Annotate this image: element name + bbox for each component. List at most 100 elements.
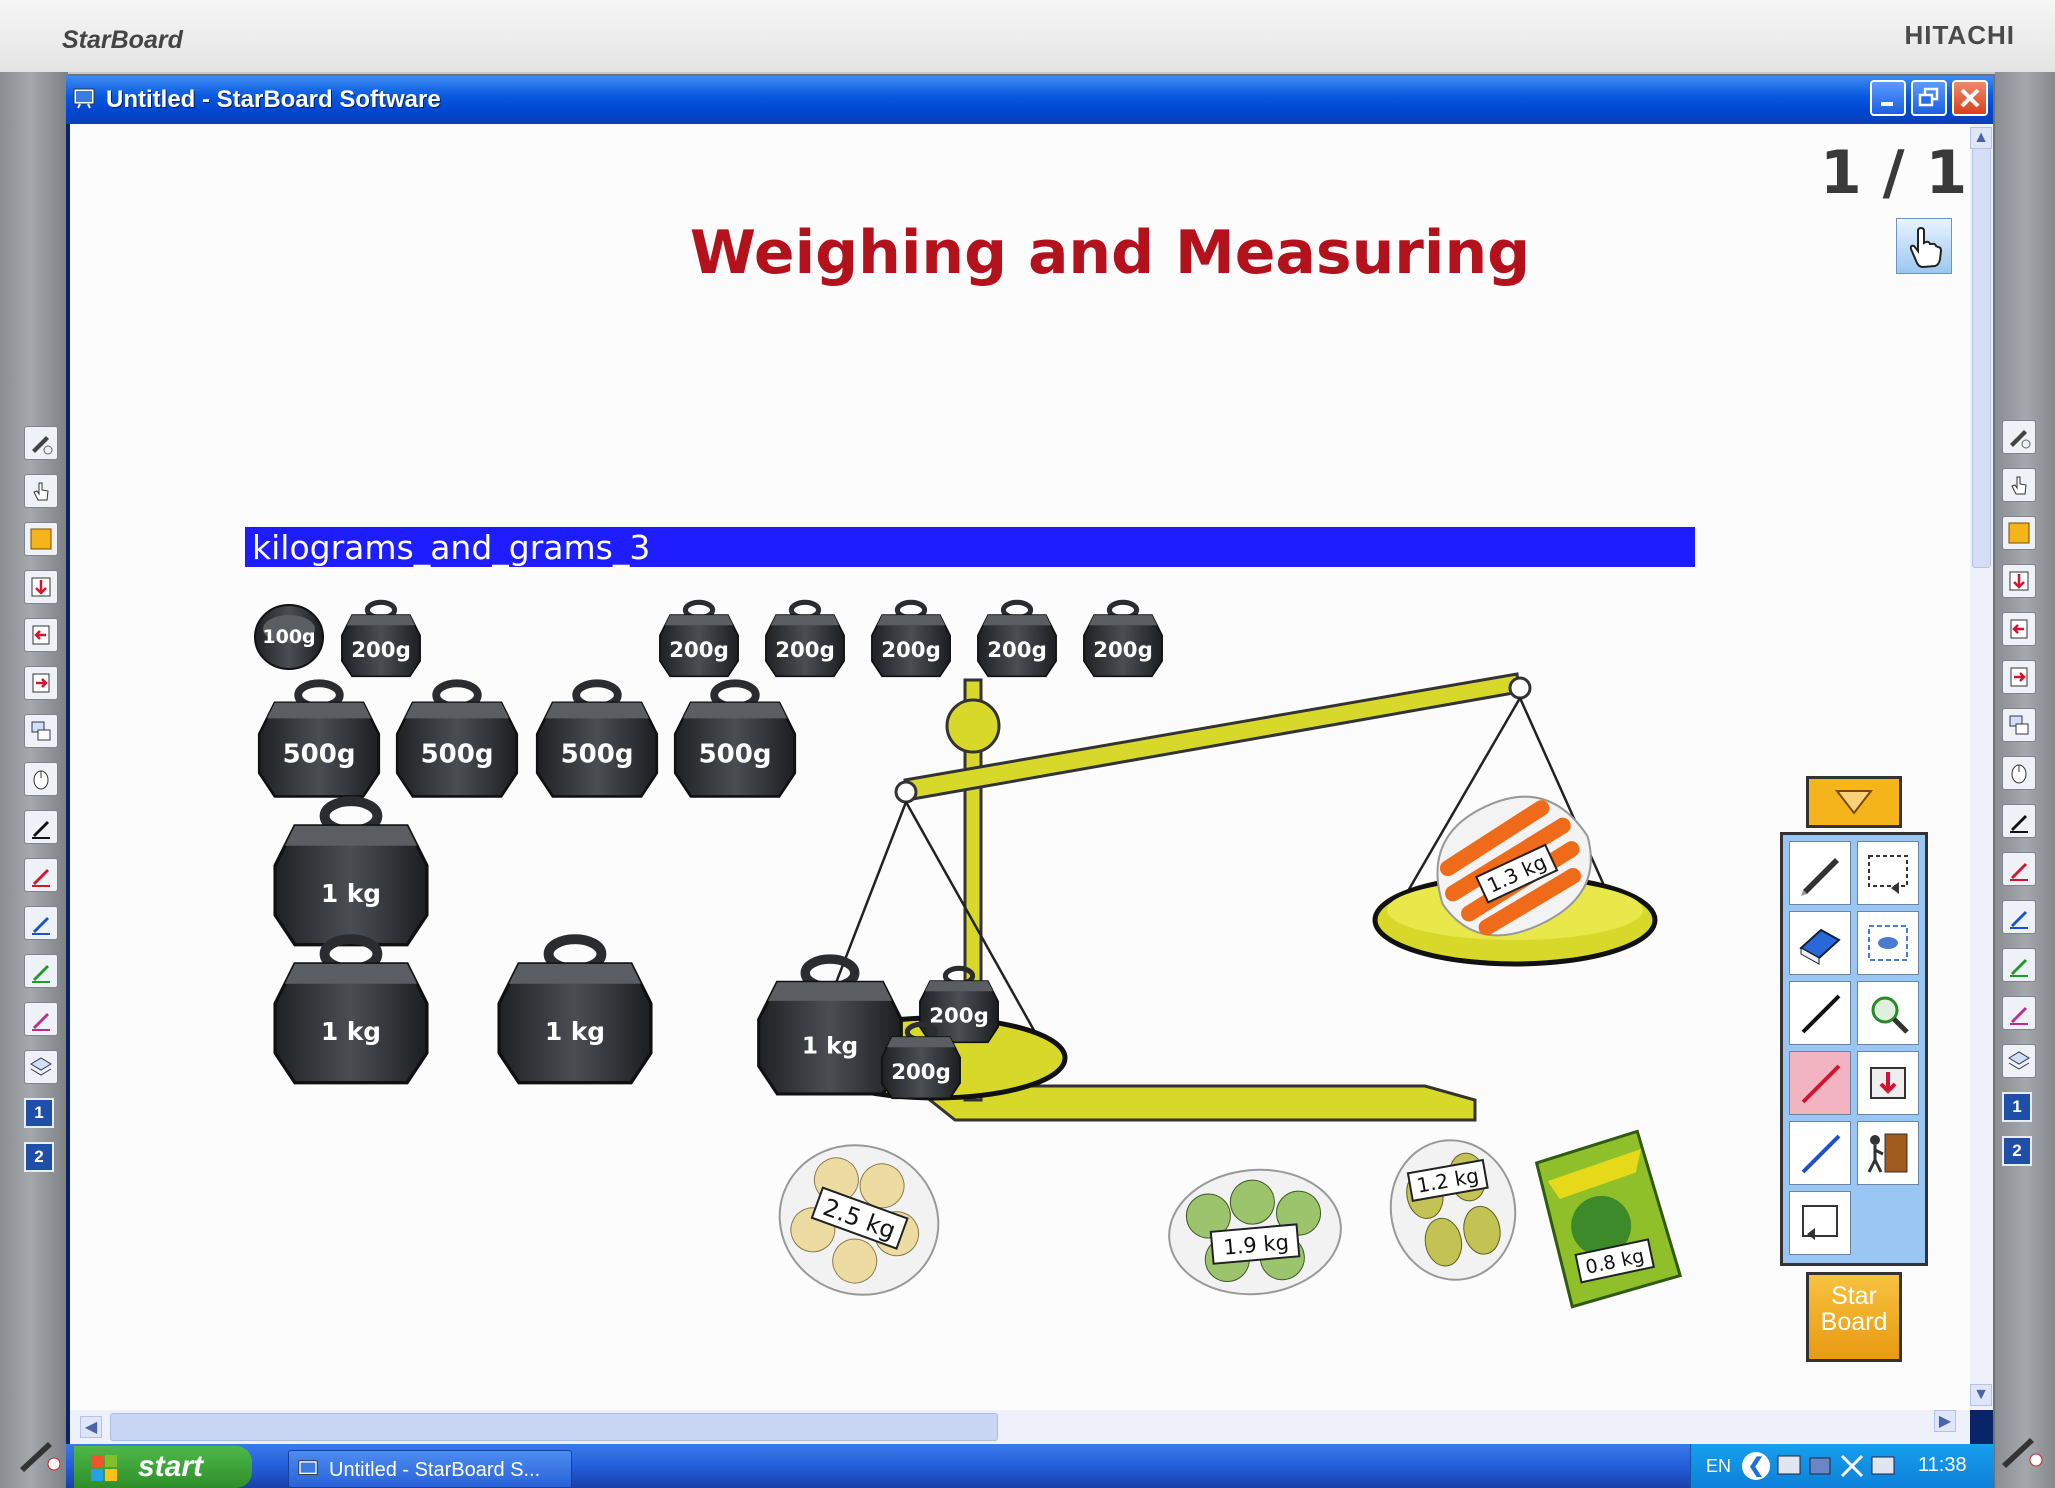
pen-red-button[interactable] bbox=[2002, 852, 2036, 886]
pen-icon bbox=[1801, 858, 1839, 896]
pen-mode-icon bbox=[32, 436, 53, 455]
pen-green-button[interactable] bbox=[24, 954, 58, 988]
pears-bag[interactable]: 1.2 kg bbox=[1380, 1130, 1526, 1289]
pen-red-button[interactable] bbox=[24, 858, 58, 892]
peas-bag[interactable]: 0.8 kg bbox=[1534, 1129, 1683, 1309]
starboard-app-button[interactable] bbox=[2002, 516, 2036, 550]
scroll-left-button[interactable]: ◀ bbox=[80, 1416, 102, 1438]
mouse-mode-button[interactable] bbox=[24, 474, 58, 508]
exit-button[interactable] bbox=[1857, 1121, 1919, 1185]
mouse-mode-button[interactable] bbox=[2002, 468, 2036, 502]
vertical-scroll-thumb[interactable] bbox=[1972, 148, 1991, 568]
page-list-button[interactable] bbox=[24, 714, 58, 748]
potatoes-bag[interactable]: 2.5 kg bbox=[759, 1123, 960, 1317]
pen-magenta-button[interactable] bbox=[2002, 996, 2036, 1030]
weight-on-scale-1kg[interactable]: 1 kg bbox=[759, 959, 902, 1094]
previous-page-button[interactable] bbox=[2002, 612, 2036, 646]
pen-green-icon bbox=[2010, 959, 2028, 977]
pen-mode-button[interactable] bbox=[24, 426, 58, 460]
starboard-tray-icon[interactable] bbox=[1840, 1454, 1864, 1478]
next-page-button[interactable] bbox=[2002, 660, 2036, 694]
weight-1kg[interactable]: 1 kg bbox=[499, 939, 651, 1083]
eraser-button[interactable] bbox=[1789, 911, 1851, 975]
import-page-button[interactable] bbox=[1857, 1051, 1919, 1115]
magnifier-button[interactable] bbox=[1857, 981, 1919, 1045]
page-2-button[interactable]: 2 bbox=[24, 1142, 54, 1172]
weight-200g[interactable]: 200g bbox=[766, 602, 844, 676]
display-icon[interactable] bbox=[1809, 1457, 1831, 1475]
toolbar-collapse-button[interactable] bbox=[1806, 776, 1902, 828]
page-1-button[interactable]: 1 bbox=[24, 1098, 54, 1128]
close-button[interactable] bbox=[1952, 80, 1988, 116]
tray-expand-button[interactable]: ❮ bbox=[1742, 1452, 1770, 1480]
pen-black-button[interactable] bbox=[2002, 804, 2036, 838]
pen-blue-button[interactable] bbox=[2002, 900, 2036, 934]
weight-500g[interactable]: 500g bbox=[259, 683, 379, 796]
pen-magenta-button[interactable] bbox=[24, 1002, 58, 1036]
scroll-up-button[interactable]: ▲ bbox=[1970, 127, 1992, 149]
apples-bag[interactable]: 1.9 kg bbox=[1164, 1163, 1346, 1302]
monitor-icon[interactable] bbox=[1871, 1456, 1895, 1475]
import-button[interactable] bbox=[2002, 564, 2036, 598]
weight-1kg[interactable]: 1 kg bbox=[275, 939, 427, 1083]
screen-capture-icon bbox=[1868, 855, 1908, 894]
weight-label: 200g bbox=[351, 638, 411, 663]
pointer-button[interactable] bbox=[2002, 756, 2036, 790]
weight-500g[interactable]: 500g bbox=[537, 683, 657, 796]
left-corner-pen-icon[interactable] bbox=[14, 1434, 62, 1474]
scroll-right-button[interactable]: ▶ bbox=[1934, 1410, 1956, 1432]
weight-200g[interactable]: 200g bbox=[978, 602, 1056, 676]
starboard-app-button[interactable] bbox=[24, 522, 58, 556]
restore-button[interactable] bbox=[1911, 80, 1947, 116]
weight-100g[interactable]: 100g bbox=[254, 604, 324, 670]
line-blue-button[interactable] bbox=[1789, 1121, 1851, 1185]
minimize-icon bbox=[1881, 102, 1893, 106]
right-corner-pen-icon[interactable] bbox=[1996, 1430, 2044, 1470]
page-2-button[interactable]: 2 bbox=[2002, 1136, 2032, 1166]
pen-green-button[interactable] bbox=[2002, 948, 2036, 982]
layers-button[interactable] bbox=[2002, 1044, 2036, 1078]
line-black-icon bbox=[1801, 994, 1841, 1034]
previous-page-button[interactable] bbox=[24, 618, 58, 652]
horizontal-scroll-thumb[interactable] bbox=[110, 1413, 998, 1441]
page-list-button[interactable] bbox=[2002, 708, 2036, 742]
starboard-menu-button[interactable]: Star Board bbox=[1806, 1272, 1902, 1362]
weight-on-scale-200g[interactable]: 200g bbox=[920, 968, 998, 1042]
network-icon[interactable] bbox=[1777, 1455, 1801, 1475]
pen-tool-button[interactable] bbox=[1789, 841, 1851, 905]
weight-1kg[interactable]: 1 kg bbox=[275, 801, 427, 945]
pointer-button[interactable] bbox=[24, 762, 58, 796]
line-black-button[interactable] bbox=[1789, 981, 1851, 1045]
back-button[interactable] bbox=[1789, 1191, 1851, 1255]
start-button[interactable]: start bbox=[74, 1446, 252, 1488]
pointer-mode-button[interactable] bbox=[1896, 218, 1952, 274]
chevron-right-icon: ▶ bbox=[1938, 1413, 1952, 1430]
weight-label: 200g bbox=[891, 1060, 951, 1085]
page-1-button[interactable]: 1 bbox=[2002, 1092, 2032, 1122]
import-button[interactable] bbox=[24, 570, 58, 604]
line-red-button[interactable] bbox=[1789, 1051, 1851, 1115]
weight-500g[interactable]: 500g bbox=[397, 683, 517, 796]
spotlight-button[interactable] bbox=[1857, 911, 1919, 975]
spotlight-icon bbox=[1868, 925, 1908, 961]
starboard-app-icon bbox=[30, 528, 52, 550]
pen-black-button[interactable] bbox=[24, 810, 58, 844]
language-indicator[interactable]: EN bbox=[1706, 1456, 1731, 1477]
next-page-icon bbox=[32, 673, 50, 693]
weight-200g[interactable]: 200g bbox=[1084, 602, 1162, 676]
weight-200g[interactable]: 200g bbox=[342, 602, 420, 676]
screen-capture-button[interactable] bbox=[1857, 841, 1919, 905]
pen-mode-button[interactable] bbox=[2002, 420, 2036, 454]
weight-200g[interactable]: 200g bbox=[660, 602, 738, 676]
next-page-button[interactable] bbox=[24, 666, 58, 700]
pen-blue-button[interactable] bbox=[24, 906, 58, 940]
minimize-button[interactable] bbox=[1870, 80, 1906, 116]
layers-button[interactable] bbox=[24, 1050, 58, 1084]
scroll-down-button[interactable]: ▼ bbox=[1970, 1384, 1992, 1406]
taskbar-item-starboard[interactable]: Untitled - StarBoard S... bbox=[288, 1450, 572, 1488]
weighing-scene: 100g 200g 200g 200g 200g 200g 200g 500g … bbox=[254, 580, 1683, 1317]
weight-label: 500g bbox=[699, 740, 772, 770]
board-top-bezel bbox=[0, 0, 2055, 74]
weight-200g[interactable]: 200g bbox=[872, 602, 950, 676]
weight-500g[interactable]: 500g bbox=[675, 683, 795, 796]
